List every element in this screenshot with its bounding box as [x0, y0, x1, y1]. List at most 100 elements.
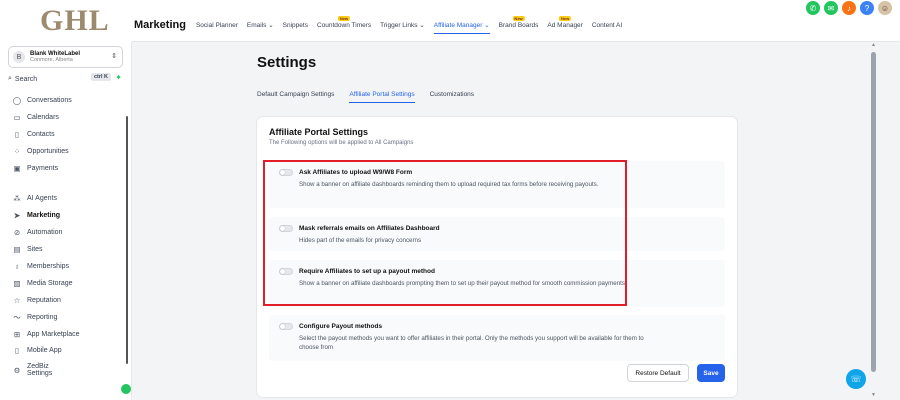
sidebar-item-calendars[interactable]: ▭ Calendars [0, 109, 131, 126]
sidebar-item-opportunities[interactable]: ⁘ Opportunities [0, 143, 131, 160]
quick-action-icon[interactable]: ✦ [115, 73, 122, 82]
sidebar-divider [0, 176, 131, 190]
new-badge: New [559, 15, 572, 21]
nav-brand-boards[interactable]: New Brand Boards [498, 15, 539, 29]
nav-label: Affiliate Manager ⌄ [433, 22, 490, 29]
sidebar-item-label: Media Storage [27, 279, 73, 287]
sidebar-item-sites[interactable]: ▤ Sites [0, 241, 131, 258]
sidebar-item-label: AI Agents [27, 195, 57, 203]
sidebar-item-reputation[interactable]: ☆ Reputation [0, 292, 131, 309]
nav-affiliate-manager[interactable]: Affiliate Manager ⌄ [433, 21, 490, 34]
sidebar-item-payments[interactable]: ▣ Payments [0, 160, 131, 177]
nav-social-planner[interactable]: Social Planner [196, 22, 238, 29]
nav-label: Social Planner [195, 21, 238, 29]
card-subtitle: The Following options will be applied to… [269, 140, 414, 146]
sidebar-item-settings[interactable]: ⚙ ZedBiz Settings [0, 359, 131, 381]
sidebar-item-media-storage[interactable]: ▨ Media Storage [0, 275, 131, 292]
sidebar-scrollbar[interactable] [126, 116, 128, 364]
nav-emails[interactable]: Emails ⌄ [247, 21, 274, 29]
sidebar-item-ai-agents[interactable]: ⁂ AI Agents [0, 190, 131, 207]
header-actions: ✆ ✉ ♪ ? ☺ [806, 1, 892, 15]
save-button[interactable]: Save [697, 364, 725, 382]
top-bar: Marketing Social Planner Emails ⌄ Snippe… [132, 0, 900, 42]
sidebar-item-reporting[interactable]: 〜 Reporting [0, 309, 131, 326]
sidebar-item-label: Automation [27, 229, 63, 237]
option-configure-payout: Configure Payout methods Select the payo… [269, 315, 725, 361]
new-badge: New [337, 15, 351, 21]
sidebar-nav: ◯ Conversations ▭ Calendars ▯ Contacts ⁘ Opp… [0, 92, 131, 381]
tab-default-campaign-settings[interactable]: Default Campaign Settings [257, 91, 334, 98]
account-name: Blank WhiteLabel [30, 50, 81, 57]
nav-label: Countdown Timers [316, 21, 372, 29]
account-text: Blank WhiteLabel Conmore, Alberta [30, 51, 80, 64]
mobile-icon: ▯ [14, 346, 20, 356]
sparkle-icon: ⁂ [13, 194, 21, 204]
sidebar-item-mobile-app[interactable]: ▯ Mobile App [0, 342, 131, 359]
nav-ad-manager[interactable]: New Ad Manager [547, 15, 583, 29]
nav-label: Content AI [591, 21, 623, 29]
nav-label: Ad Manager [547, 21, 583, 29]
status-dot[interactable] [121, 384, 131, 394]
sidebar-item-marketing[interactable]: ➤ Marketing [0, 207, 131, 224]
sidebar-search[interactable]: ⌕ Search ctrl K ✦ [8, 72, 123, 86]
page-title: Settings [257, 54, 317, 71]
sidebar-item-label: Calendars [27, 113, 59, 121]
option-title: Configure Payout methods [299, 323, 383, 330]
nav-label: Brand Boards [498, 21, 539, 29]
logo-area: GHL [0, 0, 132, 42]
nav-snippets[interactable]: Snippets [283, 22, 308, 29]
option-description: Select the payout methods you want to of… [299, 335, 644, 351]
sidebar-item-automation[interactable]: ⊘ Automation [0, 224, 131, 241]
memberships-icon: ♁ [14, 261, 20, 271]
account-switcher[interactable]: B Blank WhiteLabel Conmore, Alberta ⇕ [8, 46, 123, 68]
media-icon: ▨ [13, 278, 21, 288]
sidebar-item-label: Memberships [27, 262, 70, 270]
sidebar-item-label: Sites [27, 246, 43, 254]
help-icon[interactable]: ? [860, 1, 874, 15]
search-icon: ⌕ [8, 75, 12, 82]
sidebar-item-memberships[interactable]: ♁ Memberships [0, 258, 131, 275]
sidebar-item-label: Opportunities [27, 147, 69, 155]
nav-title: Marketing [134, 19, 186, 31]
bell-icon[interactable]: ♪ [842, 1, 856, 15]
tab-affiliate-portal-settings[interactable]: Affiliate Portal Settings [349, 91, 415, 103]
user-avatar[interactable]: ☺ [878, 1, 892, 15]
opportunities-icon: ⁘ [13, 146, 21, 156]
search-label: Search [14, 75, 38, 83]
brand-logo[interactable]: GHL [40, 4, 110, 38]
contacts-icon: ▯ [14, 129, 20, 139]
sidebar-item-label: Reputation [27, 296, 61, 304]
restore-default-button[interactable]: Restore Default [627, 364, 689, 382]
phone-icon[interactable]: ✆ [806, 1, 820, 15]
chat-widget-icon[interactable]: ☏ [846, 369, 866, 389]
toggle-configure-payout[interactable] [279, 323, 293, 330]
card-title: Affiliate Portal Settings [269, 127, 369, 137]
highlight-box [263, 160, 627, 306]
chevron-updown-icon: ⇕ [111, 53, 117, 60]
payments-icon: ▣ [13, 163, 21, 173]
sidebar-item-conversations[interactable]: ◯ Conversations [0, 92, 131, 109]
sidebar: B Blank WhiteLabel Conmore, Alberta ⇕ ⌕ … [0, 42, 132, 400]
reporting-icon: 〜 [13, 312, 21, 322]
apps-icon: ⊞ [13, 329, 21, 339]
nav-label: Emails ⌄ [246, 22, 274, 29]
nav-countdown-timers[interactable]: New Countdown Timers [316, 15, 372, 29]
page-scrollbar[interactable]: ▲ ▼ [868, 42, 900, 400]
sidebar-item-contacts[interactable]: ▯ Contacts [0, 126, 131, 143]
tab-customizations[interactable]: Customizations [430, 91, 474, 98]
sidebar-item-label: Mobile App [27, 347, 62, 355]
nav-trigger-links[interactable]: Trigger Links ⌄ [380, 21, 425, 29]
megaphone-icon[interactable]: ✉ [824, 1, 838, 15]
sidebar-item-app-marketplace[interactable]: ⊞ App Marketplace [0, 326, 131, 343]
sidebar-item-label: App Marketplace [27, 330, 80, 338]
search-shortcut: ctrl K [90, 73, 111, 81]
scroll-up-icon[interactable]: ▲ [871, 42, 876, 48]
scrollbar-thumb[interactable] [871, 52, 876, 372]
sidebar-item-label: Marketing [27, 212, 61, 220]
nav-label: Trigger Links ⌄ [380, 22, 425, 29]
account-location: Conmore, Alberta [30, 56, 73, 63]
scroll-down-icon[interactable]: ▼ [871, 392, 876, 398]
nav-content-ai[interactable]: Content AI [592, 22, 622, 29]
send-icon: ➤ [13, 211, 21, 221]
star-icon: ☆ [13, 295, 21, 305]
